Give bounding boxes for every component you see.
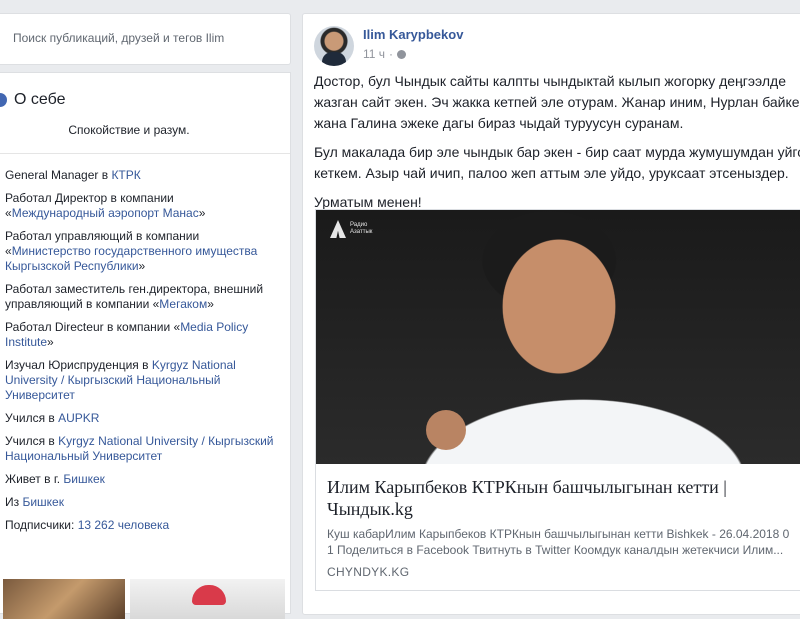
intro-item-link[interactable]: Бишкек bbox=[22, 495, 64, 509]
intro-list: General Manager в КТРК Работал Директор в… bbox=[5, 168, 275, 541]
about-title: О себе bbox=[14, 91, 66, 108]
intro-item-text: Учился в bbox=[5, 411, 59, 425]
intro-item: Учился в Kyrgyz National University / Кы… bbox=[5, 434, 275, 464]
link-preview-image[interactable]: Радио Азаттык bbox=[316, 210, 800, 464]
post-text: Достор, бул Чындык сайты калпты чындыкта… bbox=[314, 71, 800, 221]
about-header: О себе bbox=[0, 89, 66, 111]
intro-item: Учился в AUPKR bbox=[5, 411, 275, 426]
intro-item-link[interactable]: AUPKR bbox=[58, 411, 99, 425]
intro-item-text: Изучал Юриспруденция в bbox=[5, 358, 152, 372]
intro-item: Живет в г. Бишкек bbox=[5, 472, 275, 487]
post-paragraph: Бул макалада бир эле чындык бар экен - б… bbox=[314, 144, 800, 181]
link-description: Куш кабарИлим Карыпбеков КТРКнын башчылы… bbox=[327, 527, 790, 557]
intro-item-link[interactable]: Министерство государственного имущества … bbox=[5, 244, 257, 273]
intro-item: Работал Директор в компании «Международн… bbox=[5, 191, 275, 221]
about-card: О себе Спокойствие и разум. General Mana… bbox=[0, 72, 291, 619]
radio-azattyk-logo: Радио Азаттык bbox=[330, 220, 380, 240]
post-time[interactable]: 11 ч bbox=[363, 47, 385, 61]
separator-dot: · bbox=[389, 47, 394, 61]
intro-item-suffix: » bbox=[198, 206, 206, 220]
intro-item-link[interactable]: Бишкек bbox=[63, 472, 105, 486]
intro-item-suffix: » bbox=[207, 297, 214, 311]
privacy-globe-icon[interactable] bbox=[397, 49, 407, 59]
intro-item-suffix: » bbox=[47, 335, 54, 349]
photo-thumbnails bbox=[3, 579, 286, 619]
photo-thumbnail[interactable] bbox=[130, 579, 285, 619]
intro-item: Изучал Юриспруденция в Kyrgyz National U… bbox=[5, 358, 275, 403]
bio-text: Спокойствие и разум. bbox=[68, 123, 190, 137]
intro-item: Работал управляющий в компании «Министер… bbox=[5, 229, 275, 274]
intro-item: Работал заместитель ген.директора, внешн… bbox=[5, 282, 275, 312]
intro-item: Работал Directeur в компании «Media Poli… bbox=[5, 320, 275, 350]
about-bio: Спокойствие и разум. bbox=[0, 123, 258, 137]
intro-item-text: Учился в bbox=[5, 434, 59, 448]
intro-item-link[interactable]: Мегаком bbox=[159, 297, 207, 311]
intro-item: General Manager в КТРК bbox=[5, 168, 275, 183]
profile-search-box: Поиск публикаций, друзей и тегов Ilim bbox=[0, 13, 291, 65]
feed-post: Ilim Karypbekov 11 ч · Достор, бул Чынды… bbox=[302, 13, 800, 615]
intro-item-suffix: » bbox=[138, 259, 146, 273]
globe-icon bbox=[0, 93, 7, 107]
intro-item-text: Подписчики: bbox=[5, 518, 78, 532]
intro-item-link[interactable]: 13 262 человека bbox=[78, 518, 169, 532]
link-title[interactable]: Илим Карыпбеков КТРКнын башчылыгынан кет… bbox=[327, 476, 795, 520]
intro-item-text: General Manager в bbox=[5, 168, 112, 182]
intro-item-link[interactable]: Международный аэропорт Манас bbox=[12, 206, 199, 220]
intro-item-text: Живет в г. bbox=[5, 472, 64, 486]
search-input[interactable]: Поиск публикаций, друзей и тегов Ilim bbox=[13, 31, 224, 45]
photo-thumbnail[interactable] bbox=[3, 579, 125, 619]
intro-item-text: Работал Directeur в компании « bbox=[5, 320, 181, 334]
intro-item-text: Из bbox=[5, 495, 23, 509]
link-domain: CHYNDYK.KG bbox=[327, 565, 410, 579]
intro-item-text: Работал заместитель ген.директора, внешн… bbox=[5, 282, 264, 311]
intro-item: Подписчики: 13 262 человека bbox=[5, 518, 275, 533]
link-preview[interactable]: Радио Азаттык Илим Карыпбеков КТРКнын ба… bbox=[315, 209, 800, 591]
photo-detail bbox=[426, 410, 466, 450]
intro-item-link[interactable]: КТРК bbox=[111, 168, 140, 182]
post-author[interactable]: Ilim Karypbekov bbox=[363, 27, 463, 42]
post-meta: 11 ч · bbox=[363, 47, 407, 61]
logo-icon bbox=[330, 220, 346, 238]
post-paragraph: Достор, бул Чындык сайты калпты чындыкта… bbox=[314, 73, 800, 131]
intro-item: Из Бишкек bbox=[5, 495, 275, 510]
avatar[interactable] bbox=[314, 26, 354, 66]
divider bbox=[0, 153, 290, 154]
logo-text: Радио Азаттык bbox=[350, 222, 373, 235]
